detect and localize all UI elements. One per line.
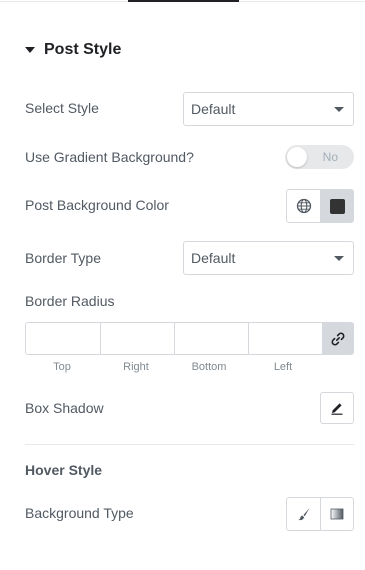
pencil-icon [331, 403, 343, 415]
post-bg-controls [286, 189, 354, 223]
box-shadow-edit-button[interactable] [320, 392, 354, 424]
color-swatch-icon [329, 198, 345, 214]
chevron-down-icon [334, 256, 344, 261]
radius-right-input[interactable] [100, 323, 174, 354]
border-type-dropdown[interactable]: Default [183, 241, 354, 275]
classic-background-button[interactable] [287, 498, 320, 530]
radius-bottom-label: Bottom [191, 361, 227, 373]
globe-button[interactable] [287, 190, 320, 222]
caret-down-icon [25, 47, 35, 53]
gradient-label: Use Gradient Background? [25, 149, 194, 165]
gradient-icon [330, 508, 344, 520]
select-style-label: Select Style [25, 100, 99, 116]
link-icon [331, 332, 345, 345]
background-type-controls [286, 497, 354, 531]
radius-left-label: Left [273, 361, 293, 373]
select-style-dropdown[interactable]: Default [183, 92, 354, 126]
border-radius-inputs [25, 322, 354, 355]
box-shadow-label: Box Shadow [25, 400, 104, 416]
section-header-post-style[interactable]: Post Style [25, 40, 121, 60]
section-divider [25, 444, 354, 445]
hover-style-heading: Hover Style [25, 462, 103, 478]
globe-icon [296, 198, 311, 214]
gradient-toggle[interactable]: No [285, 145, 354, 169]
link-values-button[interactable] [322, 323, 353, 354]
chevron-down-icon [334, 107, 344, 112]
toggle-knob [287, 147, 307, 167]
radius-top-input[interactable] [26, 323, 100, 354]
post-bg-label: Post Background Color [25, 197, 169, 213]
select-style-value: Default [191, 101, 236, 117]
section-title: Post Style [44, 41, 122, 58]
color-picker-button[interactable] [320, 190, 353, 222]
radius-left-input[interactable] [248, 323, 322, 354]
border-type-label: Border Type [25, 250, 102, 266]
border-radius-label: Border Radius [25, 293, 115, 309]
gradient-background-button[interactable] [320, 498, 353, 530]
background-type-label: Background Type [25, 505, 134, 521]
radius-top-label: Top [53, 361, 71, 373]
radius-bottom-input[interactable] [174, 323, 248, 354]
active-tab-indicator [128, 0, 239, 2]
brush-icon [297, 508, 309, 521]
border-type-value: Default [191, 250, 236, 266]
toggle-state-text: No [322, 150, 338, 164]
radius-right-label: Right [123, 361, 149, 373]
